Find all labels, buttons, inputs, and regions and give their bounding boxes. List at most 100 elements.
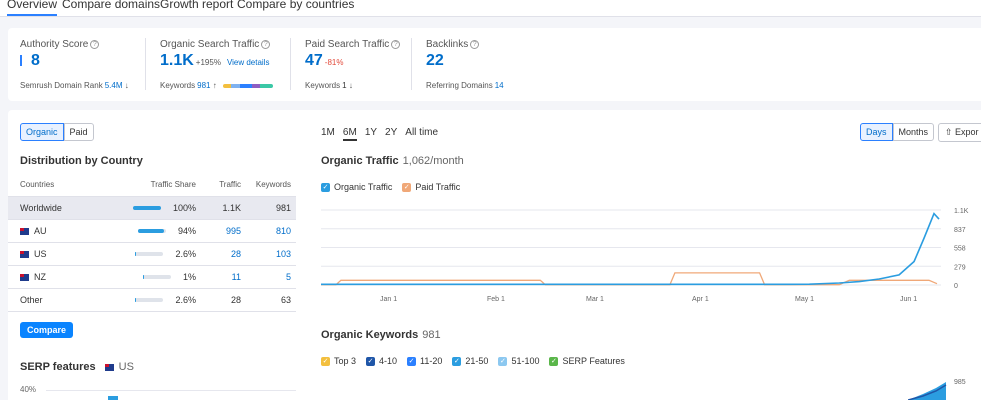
- export-button[interactable]: ⇧ Expor: [938, 123, 981, 142]
- legend-label: 11-20: [420, 356, 443, 366]
- range-6m[interactable]: 6M: [342, 127, 357, 141]
- serp-country[interactable]: US: [119, 361, 134, 373]
- distribution-table: Countries Traffic Share Traffic Keywords…: [8, 174, 296, 312]
- share-bar: [132, 206, 161, 211]
- traffic-value[interactable]: 28: [196, 242, 246, 266]
- checkbox-icon: ✓: [366, 356, 376, 366]
- table-row[interactable]: Worldwide 100% 1.1K 981: [8, 196, 296, 220]
- toggle-days[interactable]: Days: [860, 123, 893, 141]
- export-label: Expor: [955, 127, 979, 137]
- keywords-value: 63: [246, 288, 296, 312]
- rank-value[interactable]: 5.4M: [105, 81, 123, 90]
- kpi-backlinks-value: 22: [426, 52, 444, 69]
- rank-label: Semrush Domain Rank: [20, 81, 103, 90]
- col-keywords[interactable]: Keywords: [246, 174, 296, 197]
- flag-icon: [20, 250, 29, 258]
- info-icon[interactable]: ?: [391, 39, 401, 49]
- serp-bar: [108, 396, 118, 400]
- checkbox-icon: ✓: [407, 356, 417, 366]
- legend-organic-traffic[interactable]: ✓ Organic Traffic: [321, 182, 392, 192]
- table-row[interactable]: US 2.6% 28 103: [8, 242, 296, 266]
- divider: [411, 38, 412, 90]
- series-organic-traffic-line: [321, 212, 940, 286]
- country-name[interactable]: US: [34, 249, 47, 259]
- arrow-up-icon: ↑: [212, 81, 217, 90]
- legend-keyword-4[interactable]: ✓ 51-100: [498, 356, 539, 366]
- share-bar: [135, 298, 164, 303]
- legend-label: 51-100: [511, 356, 540, 366]
- granularity-toggle: Days Months: [860, 123, 935, 141]
- x-tick-label: Apr 1: [692, 296, 709, 303]
- flag-icon: [20, 227, 29, 235]
- x-tick-label: May 1: [795, 296, 814, 303]
- distribution-title: Distribution by Country: [20, 155, 143, 167]
- range-all-time[interactable]: All time: [405, 127, 438, 138]
- checkbox-icon: ✓: [498, 356, 508, 366]
- authority-gauge-icon: [20, 55, 22, 67]
- tab-growth-report[interactable]: Growth report: [160, 0, 233, 11]
- keywords-ytick: 985: [954, 379, 966, 386]
- toggle-paid[interactable]: Paid: [63, 123, 94, 141]
- table-row[interactable]: NZ 1% 11 5: [8, 265, 296, 289]
- toggle-months[interactable]: Months: [892, 123, 935, 141]
- legend-label: 4-10: [379, 356, 398, 366]
- view-details-link[interactable]: View details: [227, 58, 270, 67]
- tab-compare-domains[interactable]: Compare domains: [62, 0, 160, 11]
- traffic-value[interactable]: 11: [196, 265, 246, 289]
- tab-compare-by-countries[interactable]: Compare by countries: [237, 0, 354, 11]
- legend-keyword-2[interactable]: ✓ 11-20: [407, 356, 442, 366]
- paid-delta: -81%: [324, 58, 344, 67]
- main-card: Organic Paid Distribution by Country Cou…: [8, 110, 981, 400]
- table-row[interactable]: AU 94% 995 810: [8, 219, 296, 243]
- share-bar: [142, 275, 171, 280]
- toggle-organic[interactable]: Organic: [20, 123, 64, 141]
- kpi-authority-value: 8: [31, 52, 40, 69]
- gridline: [46, 390, 296, 391]
- organic-keywords-value[interactable]: 981: [197, 81, 210, 90]
- x-tick-label: Mar 1: [586, 296, 604, 303]
- date-range-selector: 1M 6M 1Y 2Y All time: [321, 127, 446, 141]
- country-name[interactable]: NZ: [34, 272, 46, 282]
- flag-icon: [20, 273, 29, 281]
- keywords-value[interactable]: 103: [246, 242, 296, 266]
- keywords-value[interactable]: 810: [246, 219, 296, 243]
- tab-overview[interactable]: Overview: [7, 0, 58, 16]
- col-traffic[interactable]: Traffic: [196, 174, 246, 197]
- country-name[interactable]: Other: [20, 295, 43, 305]
- range-2y[interactable]: 2Y: [385, 127, 397, 138]
- info-icon[interactable]: ?: [470, 39, 480, 49]
- traffic-legend: ✓ Organic Traffic ✓ Paid Traffic: [321, 182, 470, 192]
- country-name[interactable]: Worldwide: [20, 203, 62, 213]
- compare-button[interactable]: Compare: [20, 322, 74, 338]
- country-name[interactable]: AU: [34, 226, 47, 236]
- x-tick-label: Feb 1: [487, 296, 505, 303]
- share-value: 100%: [172, 202, 196, 213]
- legend-paid-traffic[interactable]: ✓ Paid Traffic: [402, 182, 460, 192]
- checkbox-icon: ✓: [321, 182, 330, 192]
- legend-keyword-1[interactable]: ✓ 4-10: [366, 356, 397, 366]
- legend-organic-label: Organic Traffic: [334, 182, 393, 192]
- legend-paid-label: Paid Traffic: [415, 182, 461, 192]
- info-icon[interactable]: ?: [90, 39, 100, 49]
- referring-domains-value[interactable]: 14: [495, 81, 504, 90]
- kpi-card: Authority Score? 8 Semrush Domain Rank 5.…: [8, 28, 981, 101]
- traffic-value[interactable]: 995: [196, 219, 246, 243]
- keywords-value: 981: [246, 196, 296, 220]
- legend-keyword-0[interactable]: ✓ Top 3: [321, 356, 356, 366]
- organic-traffic-chart[interactable]: 1.1K 837 558 279 0 Jan 1 Feb 1 Mar 1 Apr 1 May 1 J…: [321, 205, 981, 310]
- table-row[interactable]: Other 2.6% 28 63: [8, 288, 296, 312]
- legend-keyword-3[interactable]: ✓ 21-50: [452, 356, 488, 366]
- keywords-value[interactable]: 5: [246, 265, 296, 289]
- kpi-organic-label: Organic Search Traffic: [160, 39, 260, 50]
- info-icon[interactable]: ?: [261, 39, 271, 49]
- traffic-chart-subtitle: 1,062/month: [402, 155, 464, 167]
- x-tick-label: Jan 1: [380, 296, 397, 303]
- col-traffic-share[interactable]: Traffic Share: [98, 174, 196, 197]
- col-countries[interactable]: Countries: [8, 174, 99, 197]
- y-tick-label: 837: [954, 227, 966, 234]
- legend-keyword-5[interactable]: ✓ SERP Features: [549, 356, 625, 366]
- range-1m[interactable]: 1M: [321, 127, 335, 138]
- traffic-chart-title: Organic Traffic: [321, 155, 399, 167]
- range-1y[interactable]: 1Y: [365, 127, 377, 138]
- organic-paid-toggle: Organic Paid: [20, 123, 94, 141]
